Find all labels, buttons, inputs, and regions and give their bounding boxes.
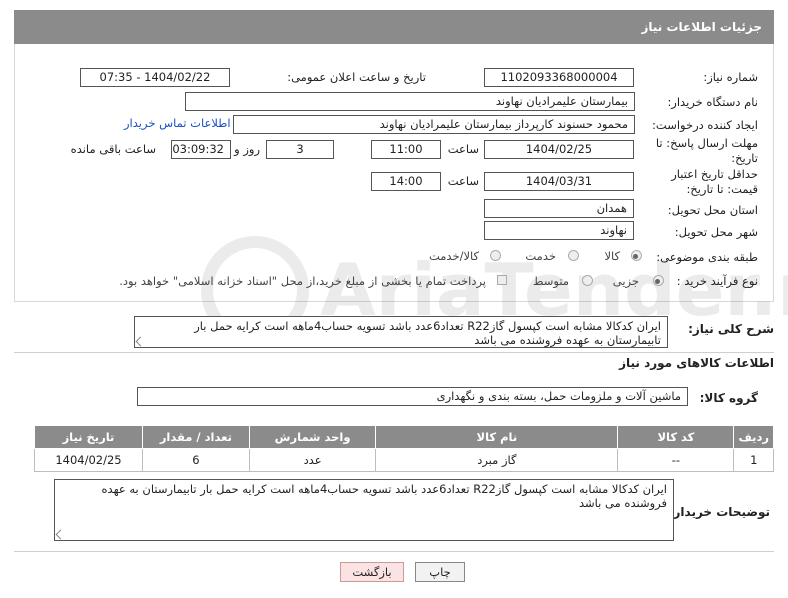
price-validity-label: حداقل تاریخ اعتبار قیمت: تا تاریخ: [671,167,758,196]
summary-text: ایران کدکالا مشابه است کپسول گازR22 تعدا… [194,319,661,347]
table-row: 1 -- گاز مبرد عدد 6 1404/02/25 [34,448,774,472]
divider [14,551,774,552]
category-label: طبقه بندی موضوعی: [656,250,758,264]
contact-info-link[interactable]: اطلاعات تماس خریدار [124,116,231,130]
treasury-note: پرداخت تمام یا بخشی از مبلغ خرید،از محل … [119,274,486,288]
col-unit: واحد شمارش [248,425,377,449]
category-both-label: کالا/خدمت [428,249,479,263]
resize-handle-icon[interactable] [55,529,66,540]
deadline-label: مهلت ارسال پاسخ: تا تاریخ: [655,136,758,165]
col-row: ردیف [733,425,774,449]
deadline-days-field: 3 [266,140,334,159]
cell-date: 1404/02/25 [34,448,143,472]
cell-row: 1 [733,448,774,472]
col-qty: تعداد / مقدار [141,425,250,449]
requester-label: ایجاد کننده درخواست: [652,118,758,132]
deadline-time-field: 11:00 [371,140,441,159]
page-header: جزئیات اطلاعات نیاز [14,10,774,44]
need-number-label: شماره نیاز: [703,70,758,84]
col-code: کد کالا [617,425,735,449]
province-label: استان محل تحویل: [667,203,758,217]
buyer-org-label: نام دستگاه خریدار: [667,95,758,109]
process-minor-radio[interactable] [653,275,664,286]
price-validity-date-field: 1404/03/31 [484,172,634,191]
price-validity-time-field: 14:00 [371,172,441,191]
goods-group-field: ماشین آلات و ملزومات حمل، بسته بندی و نگ… [137,387,688,406]
process-minor-label: جزیی [612,274,639,288]
process-medium-radio[interactable] [582,275,593,286]
remaining-time-field: 03:09:32 [171,140,231,159]
city-field: نهاوند [484,221,634,240]
deadline-date-field: 1404/02/25 [484,140,634,159]
summary-textarea[interactable]: ایران کدکالا مشابه است کپسول گازR22 تعدا… [134,316,668,348]
province-field: همدان [484,199,634,218]
category-goods-radio[interactable] [631,250,642,261]
goods-table: ردیف کد کالا نام کالا واحد شمارش تعداد /… [34,425,774,472]
deadline-time-label: ساعت [447,142,479,156]
summary-label: شرح کلی نیاز: [688,322,774,336]
goods-group-label: گروه کالا: [699,391,758,405]
treasury-checkbox[interactable] [497,275,507,285]
requester-field: محمود حسنوند کارپرداز بیمارستان علیمرادی… [233,115,635,134]
cell-qty: 6 [141,448,250,472]
col-name: نام کالا [375,425,619,449]
buyer-notes-text: ایران کدکالا مشابه است کپسول گازR22 تعدا… [101,482,667,510]
category-service-radio[interactable] [568,250,579,261]
cell-code: -- [617,448,735,472]
remaining-time-label: ساعت باقی مانده [70,142,156,156]
print-button[interactable]: چاپ [415,562,465,582]
divider [14,352,774,353]
table-header-row: ردیف کد کالا نام کالا واحد شمارش تعداد /… [34,425,774,449]
announce-field: 1404/02/22 - 07:35 [80,68,230,87]
category-service-label: خدمت [525,249,556,263]
cell-name: گاز مبرد [375,448,619,472]
buyer-notes-textarea[interactable]: ایران کدکالا مشابه است کپسول گازR22 تعدا… [54,479,674,541]
need-number-field: 1102093368000004 [484,68,634,87]
announce-label: تاریخ و ساعت اعلان عمومی: [287,70,426,84]
goods-section-title: اطلاعات کالاهای مورد نیاز [619,356,774,370]
buyer-notes-label: توضیحات خریدار: [668,505,770,519]
category-both-radio[interactable] [490,250,501,261]
col-date: تاریخ نیاز [34,425,143,449]
process-label: نوع فرآیند خرید : [676,274,758,288]
cell-unit: عدد [248,448,377,472]
buyer-org-field: بیمارستان علیمرادیان نهاوند [185,92,635,111]
city-label: شهر محل تحویل: [674,225,758,239]
price-validity-time-label: ساعت [447,174,479,188]
back-button[interactable]: بازگشت [340,562,404,582]
deadline-days-label: روز و [234,142,260,156]
category-goods-label: کالا [604,249,620,263]
process-medium-label: متوسط [532,274,569,288]
resize-handle-icon[interactable] [135,336,146,347]
